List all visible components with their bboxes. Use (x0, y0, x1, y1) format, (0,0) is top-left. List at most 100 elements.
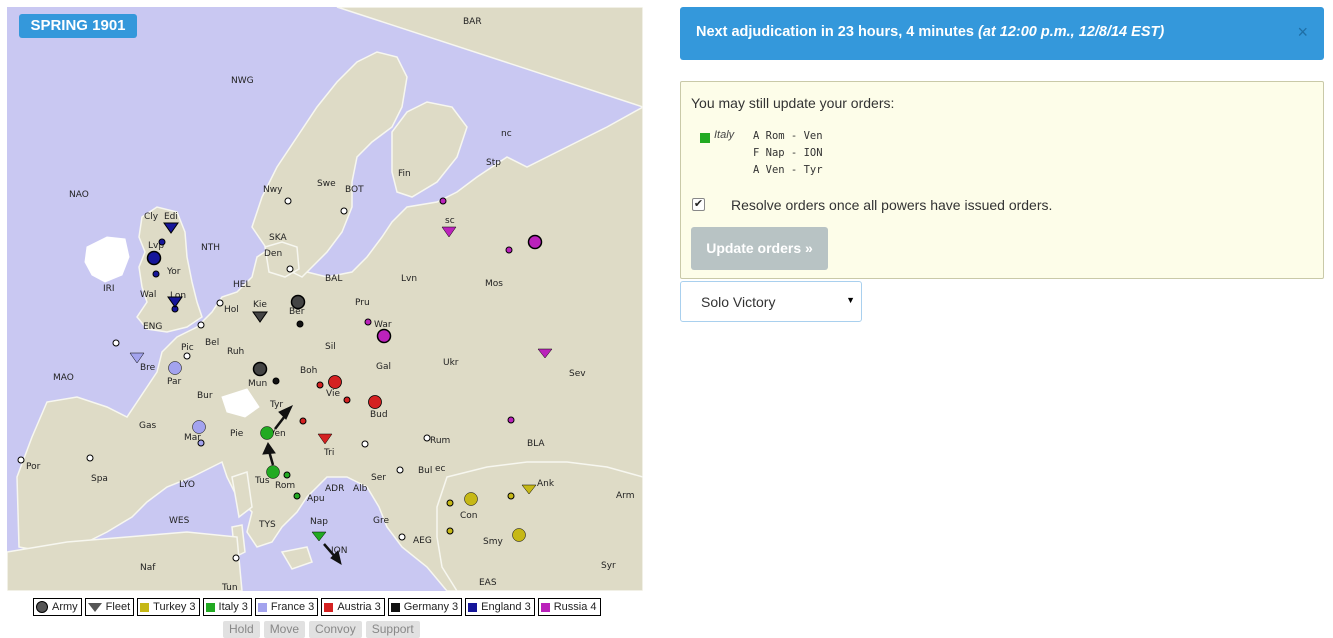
supply-center (423, 434, 431, 442)
order-line: F Nap - ION (753, 147, 823, 159)
resolve-checkbox[interactable]: ✔ (692, 198, 705, 211)
close-icon[interactable]: × (1297, 23, 1308, 41)
army-icon (36, 601, 48, 613)
game-map[interactable]: BAR NWG NAO NTH IRI MAO ENG HEL SKA BAL … (7, 7, 643, 591)
sea-label: NAO (69, 190, 89, 200)
supply-center (446, 499, 454, 507)
map-canvas[interactable]: BAR NWG NAO NTH IRI MAO ENG HEL SKA BAL … (7, 7, 643, 591)
sea-label: SKA (269, 233, 287, 243)
army-unit-france[interactable] (168, 361, 182, 375)
province-label: Mos (485, 279, 503, 289)
denmark (264, 241, 300, 278)
army-unit-turkey[interactable] (464, 492, 478, 506)
legend-army: Army (33, 598, 82, 616)
province-label: Tun (221, 583, 238, 591)
legend-power-austria: Austria 3 (321, 598, 385, 616)
adjudication-text: Next adjudication in 23 hours, 4 minutes (696, 24, 974, 40)
hold-button[interactable]: Hold (223, 621, 260, 638)
adjudication-detail: (at 12:00 p.m., 12/8/14 EST) (978, 24, 1165, 40)
update-orders-button[interactable]: Update orders » (691, 227, 828, 270)
army-unit-turkey[interactable] (512, 528, 526, 542)
fleet-unit-italy[interactable] (311, 531, 327, 542)
ireland (84, 236, 130, 283)
supply-center (197, 321, 205, 329)
province-label: Ukr (443, 358, 459, 368)
sea-label: MAO (53, 373, 74, 383)
province-label: sc (445, 216, 455, 226)
army-unit-austria[interactable] (328, 375, 342, 389)
army-unit-germany[interactable] (290, 294, 306, 310)
army-unit-france[interactable] (192, 420, 206, 434)
province-label: Par (167, 377, 182, 387)
supply-center (296, 320, 304, 328)
province-label: Smy (483, 537, 503, 547)
sea-label: LYO (179, 480, 195, 490)
orders-panel: You may still update your orders: Italy … (680, 81, 1324, 279)
province-label: Pie (230, 429, 244, 439)
legend-label: Germany 3 (403, 601, 459, 613)
power-swatch-icon (324, 602, 334, 612)
sea-label: EAS (479, 578, 497, 588)
army-unit-germany[interactable] (252, 361, 268, 377)
sicily (280, 546, 313, 570)
supply-center (183, 352, 191, 360)
supply-center (316, 381, 324, 389)
province-label: Tri (323, 448, 334, 458)
land-masses (7, 7, 643, 591)
province-label: Ser (371, 473, 386, 483)
army-unit-russia[interactable] (527, 234, 543, 250)
army-unit-england[interactable] (146, 250, 162, 266)
province-label: Fin (398, 169, 411, 179)
sea-label: AEG (413, 536, 432, 546)
province-label: Hol (224, 305, 239, 315)
supply-center (158, 238, 166, 246)
province-label: Nap (310, 517, 328, 527)
supply-center (439, 197, 447, 205)
convoy-button[interactable]: Convoy (309, 621, 362, 638)
legend-label: Turkey 3 (153, 601, 196, 613)
supply-center (283, 471, 291, 479)
finland (391, 101, 468, 198)
province-label: Ank (537, 479, 555, 489)
province-label: Wal (140, 290, 156, 300)
sea-label: NTH (201, 243, 220, 253)
sea-label: ENG (143, 322, 162, 332)
victory-type-select[interactable]: Solo Victory ▼ (680, 281, 862, 322)
province-label: Lvn (401, 274, 417, 284)
sea-label: BOT (345, 185, 364, 195)
supply-center (197, 439, 205, 447)
army-unit-italy[interactable] (260, 426, 274, 440)
fleet-icon (87, 602, 102, 612)
support-button[interactable]: Support (365, 621, 420, 638)
province-label: Boh (300, 366, 317, 376)
power-color-icon (700, 133, 710, 143)
army-unit-austria[interactable] (368, 395, 382, 409)
fleet-unit-france[interactable] (129, 352, 145, 364)
supply-center (216, 299, 224, 307)
order-line: A Ven - Tyr (753, 164, 823, 176)
army-unit-russia[interactable] (376, 328, 392, 344)
legend-power-italy: Italy 3 (202, 598, 252, 616)
province-label: Sil (325, 342, 336, 352)
province-label: Naf (140, 563, 156, 573)
province-label: Bud (370, 410, 388, 420)
province-label: Con (460, 511, 478, 521)
power-swatch-icon (468, 602, 478, 612)
province-label: Bur (197, 391, 213, 401)
sea-label: WES (169, 516, 190, 526)
legend-power-turkey: Turkey 3 (137, 598, 200, 616)
province-label: Vie (326, 389, 340, 399)
supply-center (152, 270, 160, 278)
province-label: Rum (430, 436, 450, 446)
province-label: Mun (248, 379, 267, 389)
province-label: Apu (307, 494, 325, 504)
army-unit-italy[interactable] (266, 465, 280, 479)
supply-center (446, 527, 454, 535)
province-label: Pic (181, 343, 194, 353)
move-button[interactable]: Move (263, 621, 306, 638)
order-list: A Rom - Ven F Nap - ION A Ven - Tyr (753, 128, 823, 179)
supply-center (86, 454, 94, 462)
province-label: War (374, 320, 392, 330)
legend-label: Italy 3 (218, 601, 248, 613)
province-label: Den (264, 249, 282, 259)
